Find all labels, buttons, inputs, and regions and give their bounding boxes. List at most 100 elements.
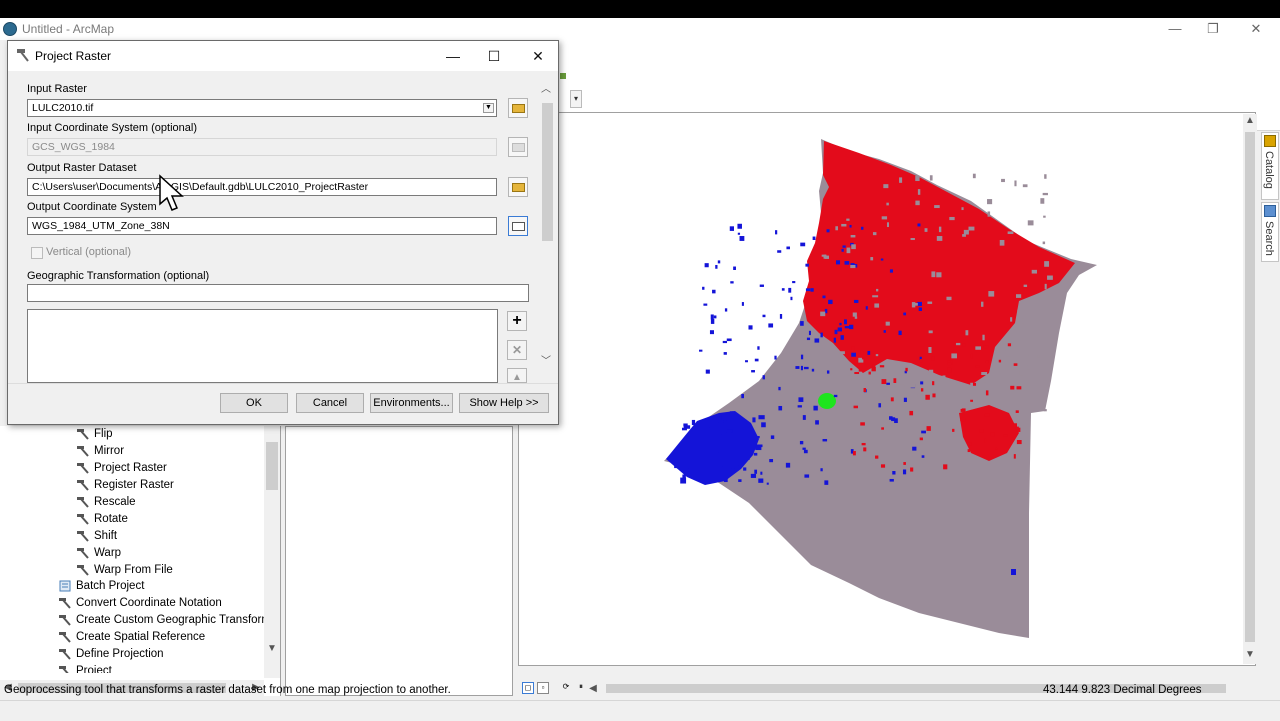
toolbar-icon[interactable] [560,73,566,79]
raster-pixel [932,381,935,386]
hammer-icon [76,546,90,560]
raster-pixel [770,435,775,439]
window-close-button[interactable]: ✕ [1241,20,1271,38]
raster-pixel [1001,178,1005,183]
tree-item-shift[interactable]: Shift [76,528,117,545]
raster-pixel [792,281,796,284]
raster-pixel [861,442,866,446]
input-raster-label: Input Raster [27,83,87,95]
output-cs-field[interactable]: WGS_1984_UTM_Zone_38N [27,217,497,235]
raster-pixel [996,349,1002,353]
raster-pixel [925,394,930,400]
cancel-button[interactable]: Cancel [296,393,364,413]
raster-pixel [970,353,973,359]
output-raster-field[interactable]: C:\Users\user\Documents\ArcGIS\Default.g… [27,178,497,196]
scroll-down-icon[interactable]: ▼ [265,642,279,656]
raster-pixel [777,250,782,253]
tree-item-rescale[interactable]: Rescale [76,494,136,511]
raster-pixel [785,462,791,468]
add-icon[interactable]: + [507,311,527,331]
tree-item-warp-from-file[interactable]: Warp From File [76,562,173,579]
tree-item-project[interactable]: Project [58,663,112,673]
raster-pixel [963,229,969,235]
raster-pixel [872,295,879,298]
raster-pixel [872,232,877,236]
raster-pixel [797,405,802,408]
tree-item-batch-project[interactable]: Batch Project [58,578,144,595]
geo-transform-field[interactable] [27,284,529,302]
raster-pixel [760,471,763,475]
raster-pixel [984,438,987,443]
scroll-left-icon[interactable]: ◀ [586,682,600,696]
raster-pixel [910,467,914,472]
tree-item-warp[interactable]: Warp [76,545,121,562]
raster-pixel [835,226,838,231]
raster-pixel [918,307,923,311]
layout-view-icon[interactable]: ▫ [537,682,549,694]
raster-pixel [696,446,701,449]
chevron-up-icon[interactable]: ︿ [539,83,553,97]
raster-pixel [889,269,893,273]
map-canvas[interactable] [519,113,1243,665]
raster-pixel [852,451,856,456]
show-help-button[interactable]: Show Help >> [459,393,549,413]
raster-pixel [1043,215,1046,218]
tab-catalog[interactable]: Catalog [1261,132,1279,200]
tree-item-define-projection[interactable]: Define Projection [58,646,164,663]
browse-output-raster-button[interactable] [508,177,528,197]
tree-item-rotate[interactable]: Rotate [76,511,128,528]
raster-pixel [674,463,678,469]
raster-pixel [881,216,888,220]
scroll-down-icon[interactable]: ▼ [1243,648,1257,662]
dialog-minimize-button[interactable]: — [438,45,468,67]
tree-item-project-raster[interactable]: Project Raster [76,460,167,477]
raster-pixel [786,246,790,250]
geo-transform-list[interactable] [27,309,498,383]
raster-pixel [710,318,715,324]
folder-icon [512,183,525,192]
input-raster-field[interactable]: LULC2010.tif ▼ [27,99,497,117]
chevron-down-icon[interactable]: ﹀ [539,355,553,369]
refresh-icon[interactable]: ⟳ [560,682,572,694]
catalog-icon [1264,135,1276,147]
raster-pixel [728,468,735,472]
scroll-up-icon[interactable]: ▲ [1243,114,1257,128]
chevron-down-icon[interactable]: ▼ [483,103,494,113]
raster-pixel [738,479,742,482]
tab-search[interactable]: Search [1261,202,1279,262]
tree-item-create-custom-geographic-transform[interactable]: Create Custom Geographic Transform [58,612,271,629]
status-coordinates: 43.144 9.823 Decimal Degrees [1043,684,1202,696]
tree-item-convert-coordinate-notation[interactable]: Convert Coordinate Notation [58,595,222,612]
toolbox-vertical-scrollbar[interactable]: ▼ [264,426,280,678]
dialog-vertical-scrollbar[interactable]: ︿ ﹀ [539,81,555,371]
tree-item-register-raster[interactable]: Register Raster [76,477,174,494]
window-minimize-button[interactable]: — [1160,20,1190,38]
output-cs-properties-button[interactable] [508,216,528,236]
map-vertical-scrollbar[interactable]: ▲ ▼ [1243,114,1257,664]
raster-pixel [898,330,902,336]
raster-pixel [805,263,809,267]
data-view-icon[interactable]: ◻ [522,682,534,694]
dialog-maximize-button[interactable]: ☐ [479,45,509,67]
raster-pixel [808,330,811,336]
raster-pixel [729,411,734,417]
tree-item-create-spatial-reference[interactable]: Create Spatial Reference [58,629,205,646]
environments-button[interactable]: Environments... [370,393,453,413]
tree-item-flip[interactable]: Flip [76,426,113,443]
dialog-close-button[interactable]: ✕ [523,45,553,67]
tree-item-mirror[interactable]: Mirror [76,443,124,460]
raster-pixel [761,422,766,428]
toolbar-dropdown-icon[interactable]: ▾ [570,90,582,108]
raster-pixel [747,441,752,447]
raster-pixel [699,477,704,481]
ok-button[interactable]: OK [220,393,288,413]
remove-icon: ✕ [507,340,527,360]
raster-pixel [741,302,744,306]
raster-pixel [1014,180,1017,187]
raster-pixel [858,369,862,372]
project-raster-dialog: Project Raster — ☐ ✕ Input Raster LULC20… [7,40,559,425]
raster-pixel [1016,386,1022,390]
raster-pixel [961,207,964,211]
browse-input-raster-button[interactable] [508,98,528,118]
window-restore-button[interactable]: ❐ [1198,20,1228,38]
